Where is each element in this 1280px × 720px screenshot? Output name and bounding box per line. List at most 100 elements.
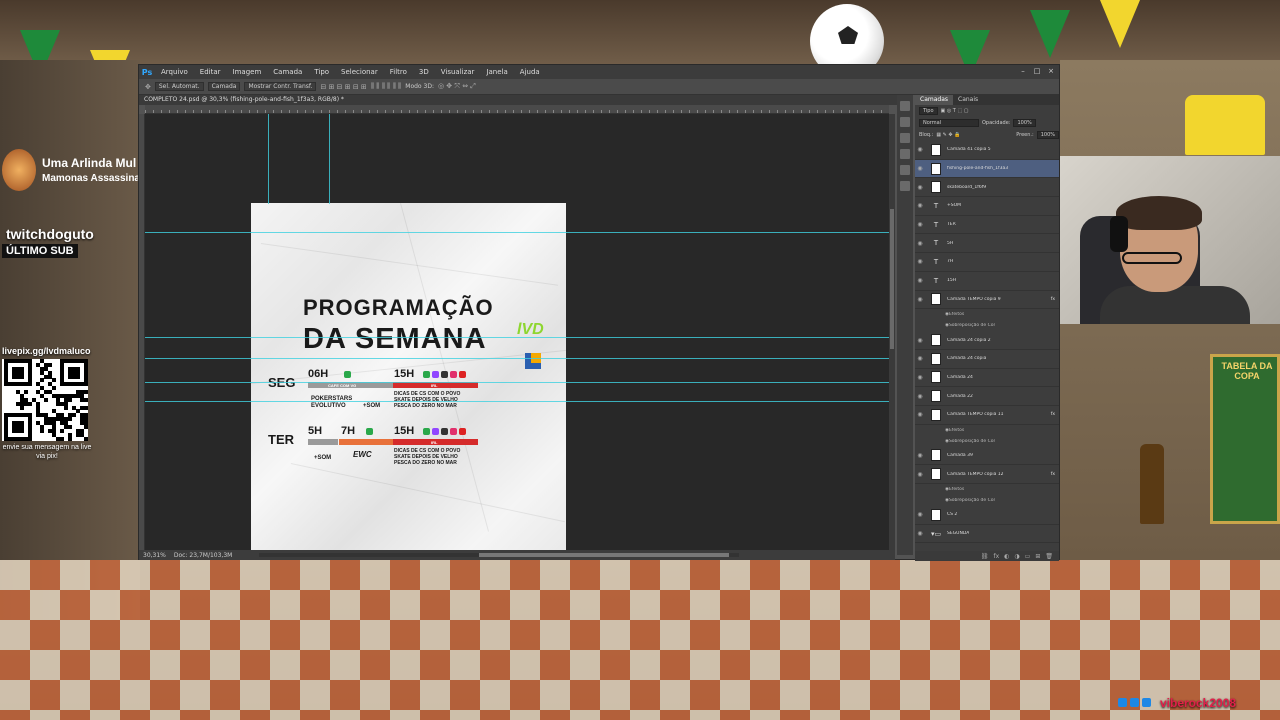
visibility-eye-icon[interactable]: ◉ (915, 355, 925, 362)
layer-row[interactable]: ◉ skateboard_1f6f9 (915, 178, 1059, 198)
auto-select-checkbox[interactable]: Sel. Automat. (154, 82, 204, 91)
history-icon[interactable] (900, 101, 910, 111)
menu-3d[interactable]: 3D (413, 68, 435, 76)
menu-janela[interactable]: Janela (480, 68, 513, 76)
visibility-eye-icon[interactable]: ◉ (915, 277, 925, 284)
layer-row[interactable]: ◉ CS 2 (915, 506, 1059, 525)
new-layer-icon[interactable]: ⊞ (1035, 553, 1040, 560)
distribute-icons[interactable]: ⫼ ⫼ ⫼ ⫼ ⫼ ⫼ (371, 82, 401, 91)
layer-row[interactable]: ◉ Camada 22 (915, 387, 1059, 406)
filter-icons[interactable]: ▣ ◎ T ⬚ ▢ (941, 108, 969, 114)
menu-imagem[interactable]: Imagem (227, 68, 268, 76)
fx-badge-icon[interactable]: fx (1051, 297, 1055, 302)
canvas-scrollbar-vertical[interactable] (889, 114, 895, 550)
visibility-eye-icon[interactable]: ◉ (915, 221, 925, 228)
visibility-eye-icon[interactable]: ◉ (915, 471, 925, 478)
align-icons[interactable]: ⊟ ⊞ ⊟ ⊞ ⊟ ⊞ (320, 83, 366, 91)
folder-icon[interactable]: ▾▭ (931, 530, 941, 538)
visibility-eye-icon[interactable]: ◉ (915, 337, 925, 344)
layer-row[interactable]: ◉ Camada TEMPO cópia 9 fx (915, 291, 1059, 310)
visibility-eye-icon[interactable]: ◉ (915, 374, 925, 381)
layer-effect-item[interactable]: ◉ Efeitos (915, 309, 1059, 320)
folder-icon[interactable]: ▭ (1025, 553, 1031, 560)
layer-row[interactable]: ◉ T +SOM (915, 197, 1059, 216)
fx-badge-icon[interactable]: fx (1051, 472, 1055, 477)
document-tab[interactable]: COMPLETO 24.psd @ 30,3% (fishing-pole-an… (139, 95, 909, 105)
3d-tools-icons[interactable]: ◎ ✥ ⤧ ⇔ ⤢ (438, 82, 476, 91)
visibility-eye-icon[interactable]: ◉ (915, 511, 925, 518)
visibility-eye-icon[interactable]: ◉ (915, 146, 925, 153)
menu-ajuda[interactable]: Ajuda (514, 68, 546, 76)
guide-line[interactable] (145, 382, 889, 383)
folder-icon[interactable]: ▾▭ (931, 548, 941, 549)
properties-icon[interactable] (900, 117, 910, 127)
visibility-eye-icon[interactable]: ◉ (915, 240, 925, 247)
fx-badge-icon[interactable]: fx (1051, 412, 1055, 417)
guide-line[interactable] (145, 337, 889, 338)
visibility-eye-icon[interactable]: ◉ (915, 452, 925, 459)
character-icon[interactable] (900, 133, 910, 143)
maximize-icon[interactable]: □ (1033, 67, 1041, 75)
layer-row[interactable]: ◉ Camada 24 (915, 369, 1059, 388)
move-tool-icon[interactable]: ✥ (145, 83, 151, 91)
menu-arquivo[interactable]: Arquivo (155, 68, 194, 76)
visibility-eye-icon[interactable]: ◉ (915, 184, 925, 191)
layer-row[interactable]: ◉ Camada TEMPO cópia 11 fx (915, 406, 1059, 425)
menu-tipo[interactable]: Tipo (308, 68, 335, 76)
layer-effect-item[interactable]: ◉ Efeitos (915, 425, 1059, 436)
visibility-eye-icon[interactable]: ◉ (915, 393, 925, 400)
minimize-icon[interactable]: – (1019, 67, 1027, 75)
visibility-eye-icon[interactable]: ◉ (915, 411, 925, 418)
layer-row[interactable]: ◉ Camada 41 cópia 5 (915, 141, 1059, 160)
close-icon[interactable]: × (1047, 67, 1055, 75)
menu-visualizar[interactable]: Visualizar (435, 68, 481, 76)
scrollbar-thumb[interactable] (479, 553, 729, 557)
layer-row[interactable]: ◉ Camada 24 cópia (915, 350, 1059, 369)
guide-line[interactable] (145, 232, 889, 233)
menu-filtro[interactable]: Filtro (384, 68, 413, 76)
layer-row[interactable]: ◉▾▭Segunda (915, 543, 1059, 549)
layer-effect-item[interactable]: ◉ Sobreposição de Cor (915, 320, 1059, 331)
canvas-scrollbar-horizontal[interactable] (259, 553, 739, 557)
guide-line[interactable] (145, 401, 889, 402)
kind-filter-select[interactable]: Tipo (919, 107, 938, 115)
show-transform-checkbox[interactable]: Mostrar Contr. Transf. (244, 82, 317, 91)
layer-row[interactable]: ◉ Camada 24 cópia 2 (915, 331, 1059, 350)
tools-icon[interactable] (900, 181, 910, 191)
layer-row[interactable]: ◉ T TER (915, 216, 1059, 235)
canvas-area[interactable]: PROGRAMAÇÃO DA SEMANA lVD SEG 06H CAFE C… (145, 114, 889, 550)
layer-row[interactable]: ◉ T 5H (915, 234, 1059, 254)
visibility-eye-icon[interactable]: ◉ (915, 296, 925, 303)
fill-input[interactable]: 100% (1036, 131, 1059, 139)
layer-effect-item[interactable]: ◉ Sobreposição de Cor (915, 436, 1059, 447)
guide-line[interactable] (145, 358, 889, 359)
layer-row[interactable]: ◉ T 15H (915, 272, 1059, 291)
menu-editar[interactable]: Editar (194, 68, 227, 76)
brush-icon[interactable] (900, 165, 910, 175)
tab-camadas[interactable]: Camadas (915, 95, 953, 105)
menu-selecionar[interactable]: Selecionar (335, 68, 384, 76)
visibility-eye-icon[interactable]: ◉ (915, 258, 925, 265)
layer-row[interactable]: ◉ T 7H (915, 253, 1059, 272)
visibility-eye-icon[interactable]: ◉ (915, 202, 925, 209)
artboard[interactable]: PROGRAMAÇÃO DA SEMANA lVD SEG 06H CAFE C… (251, 203, 566, 550)
opacity-input[interactable]: 100% (1013, 119, 1036, 127)
mask-icon[interactable]: ◐ (1004, 553, 1009, 560)
scrollbar-thumb[interactable] (890, 209, 894, 349)
visibility-eye-icon[interactable]: ◉ (915, 165, 925, 172)
layer-row[interactable]: ◉ Camada TEMPO cópia 12 fx (915, 465, 1059, 484)
layer-row[interactable]: ◉ fishing-pole-and-fish_1f3a3 (915, 159, 1059, 179)
link-icon[interactable]: ⛓ (981, 553, 989, 560)
guide-line[interactable] (329, 114, 330, 204)
layer-row[interactable]: ◉ ▾▭ SEGUNDA (915, 525, 1059, 544)
visibility-eye-icon[interactable]: ◉ (915, 530, 925, 537)
fx-icon[interactable]: fx (994, 553, 1000, 560)
paragraph-icon[interactable] (900, 149, 910, 159)
zoom-level[interactable]: 30,31% (143, 552, 166, 559)
trash-icon[interactable]: 🗑 (1045, 553, 1053, 560)
auto-select-target[interactable]: Camada (207, 82, 241, 91)
guide-line[interactable] (268, 114, 269, 204)
adjustment-icon[interactable]: ◑ (1014, 553, 1019, 560)
blend-mode-select[interactable]: Normal (919, 119, 979, 127)
layer-effect-item[interactable]: ◉ Efeitos (915, 484, 1059, 495)
